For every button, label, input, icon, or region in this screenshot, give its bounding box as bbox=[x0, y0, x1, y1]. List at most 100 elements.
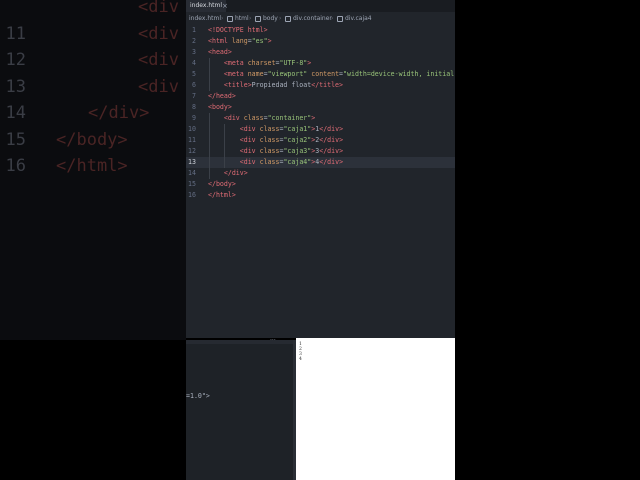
code-text: </div> bbox=[208, 168, 248, 179]
code-token: > bbox=[267, 37, 272, 45]
code-token: name bbox=[243, 70, 264, 78]
code-line[interactable]: 7 </head> bbox=[186, 91, 455, 102]
code-text: <div class="caja4">4</div> bbox=[208, 157, 343, 168]
element-icon bbox=[227, 16, 233, 22]
code-text: <meta charset="UTF-8"> bbox=[208, 58, 311, 69]
background-dark-area bbox=[0, 340, 186, 480]
background-tag: <div bbox=[138, 76, 179, 97]
browser-preview: 1234 bbox=[296, 338, 455, 480]
pane-header bbox=[186, 340, 294, 344]
preview-box-text: 4 bbox=[299, 357, 302, 362]
line-number: 9 bbox=[192, 114, 196, 122]
code-editor[interactable]: index.html × index.html › html › body › div.co… bbox=[186, 0, 455, 338]
indent-guide bbox=[209, 113, 210, 179]
code-line[interactable]: 16 </html> bbox=[186, 190, 455, 201]
background-tag: </div> bbox=[88, 103, 150, 123]
code-text: </html> bbox=[208, 190, 236, 201]
code-token: "width=device-width, initial-scale=1.0" bbox=[343, 70, 455, 78]
breadcrumb-item[interactable]: body bbox=[263, 13, 278, 25]
code-token: <!DOCTYPE html> bbox=[208, 26, 268, 34]
code-token: > bbox=[311, 114, 316, 122]
background-tag: <div bbox=[138, 23, 179, 44]
code-token: content bbox=[307, 70, 340, 78]
background-code: </div> bbox=[88, 100, 149, 126]
bottom-editor-pane[interactable]: =1.0"> bbox=[186, 340, 294, 480]
code-text: <html lang="es"> bbox=[208, 36, 272, 47]
code-line[interactable]: 9 <div class="container"> bbox=[186, 113, 455, 124]
background-zoomed-editor: <div 11 <div 12 <div 13 <div 14 </div> 15 </body> 1… bbox=[0, 0, 186, 340]
code-line[interactable]: 5 <meta name="viewport" content="width=d… bbox=[186, 69, 455, 80]
background-tag: <div bbox=[138, 0, 179, 17]
line-number: 14 bbox=[188, 169, 196, 177]
code-line[interactable]: 12 <div class="caja3">3</div> bbox=[186, 146, 455, 157]
code-line[interactable]: 3 <head> bbox=[186, 47, 455, 58]
code-token: <head> bbox=[208, 48, 232, 56]
line-number: 16 bbox=[188, 191, 196, 199]
line-number: 7 bbox=[192, 92, 196, 100]
code-line[interactable]: 1 <!DOCTYPE html> bbox=[186, 25, 455, 36]
code-line[interactable]: 15 </body> bbox=[186, 179, 455, 190]
breadcrumb-separator: › bbox=[249, 15, 252, 22]
background-tag: </html> bbox=[56, 156, 128, 176]
element-icon bbox=[337, 16, 343, 22]
tab-label: index.html bbox=[190, 2, 222, 9]
code-token: class bbox=[255, 125, 280, 133]
code-line[interactable]: 2 <html lang="es"> bbox=[186, 36, 455, 47]
code-text: <head> bbox=[208, 47, 232, 58]
code-token: </div> bbox=[319, 125, 344, 133]
code-token: </title> bbox=[311, 81, 343, 89]
code-token: class bbox=[255, 158, 280, 166]
close-icon[interactable]: × bbox=[222, 0, 228, 12]
line-number: 11 bbox=[188, 136, 196, 144]
line-number: 8 bbox=[192, 103, 196, 111]
background-line: 15 </body> bbox=[0, 127, 186, 153]
right-letterbox bbox=[455, 0, 640, 480]
breadcrumb-item[interactable]: html bbox=[235, 13, 249, 25]
tab-index-html[interactable]: index.html bbox=[186, 0, 226, 12]
code-token: </head> bbox=[208, 92, 236, 100]
breadcrumb-item[interactable]: div.caja4 bbox=[345, 13, 372, 25]
code-token: > bbox=[307, 59, 312, 67]
code-line[interactable]: 11 <div class="caja2">2</div> bbox=[186, 135, 455, 146]
background-line-number: 11 bbox=[5, 23, 26, 44]
code-token: <div bbox=[208, 147, 256, 155]
code-token: <div bbox=[208, 158, 256, 166]
background-line: 12 <div bbox=[0, 47, 186, 73]
indent-guide bbox=[224, 124, 225, 168]
background-code: </body> bbox=[56, 127, 128, 153]
code-token: <body> bbox=[208, 103, 232, 111]
code-token: <div bbox=[208, 136, 256, 144]
line-number: 6 bbox=[192, 81, 196, 89]
indent-guide bbox=[209, 58, 210, 91]
code-line[interactable]: 10 <div class="caja1">1</div> bbox=[186, 124, 455, 135]
background-line-number: 16 bbox=[5, 156, 26, 176]
wrapped-code-fragment: =1.0"> bbox=[186, 392, 210, 400]
code-line[interactable]: 14 </div> bbox=[186, 168, 455, 179]
line-number: 15 bbox=[188, 180, 196, 188]
code-token: <title> bbox=[208, 81, 252, 89]
code-token: class bbox=[239, 114, 264, 122]
background-line: 11 <div bbox=[0, 21, 186, 47]
code-text: <div class="caja1">1</div> bbox=[208, 124, 343, 135]
breadcrumb-item[interactable]: index.html bbox=[189, 13, 221, 25]
background-line-number: 14 bbox=[5, 103, 26, 123]
background-line: 14 </div> bbox=[0, 100, 186, 126]
background-line: <div bbox=[0, 0, 186, 20]
background-line: 16 </html> bbox=[0, 153, 186, 179]
breadcrumb-separator: › bbox=[279, 15, 282, 22]
code-line[interactable]: 13 <div class="caja4">4</div> bbox=[186, 157, 455, 168]
code-token: <meta bbox=[208, 70, 244, 78]
background-tag: <div bbox=[138, 50, 179, 70]
code-text: <div class="caja2">2</div> bbox=[208, 135, 343, 146]
code-token: "viewport" bbox=[267, 70, 308, 78]
code-text: <!DOCTYPE html> bbox=[208, 25, 268, 36]
tab-bar: index.html × bbox=[186, 0, 455, 12]
line-number: 4 bbox=[192, 59, 196, 67]
line-number: 13 bbox=[188, 158, 196, 166]
background-code: </html> bbox=[56, 153, 128, 179]
code-line[interactable]: 8 <body> bbox=[186, 102, 455, 113]
breadcrumb-item[interactable]: div.container bbox=[293, 13, 332, 25]
code-line[interactable]: 4 <meta charset="UTF-8"> bbox=[186, 58, 455, 69]
background-line-number: 15 bbox=[5, 129, 26, 150]
code-line[interactable]: 6 <title>Propiedad float</title> bbox=[186, 80, 455, 91]
